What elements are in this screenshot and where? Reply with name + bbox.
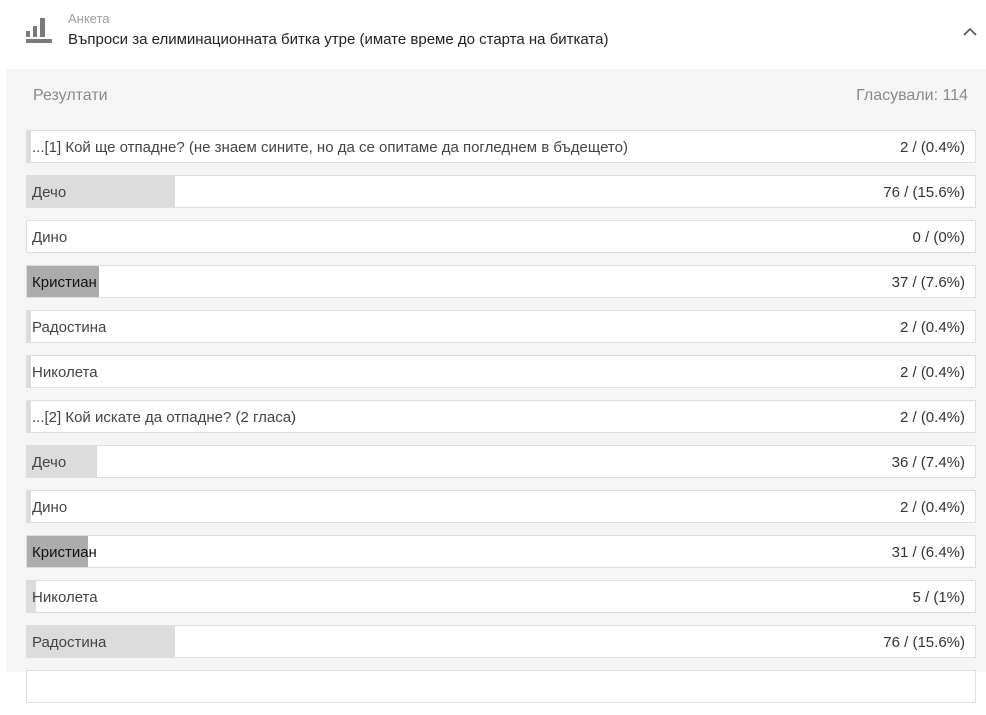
poll-option-label: Кристиан <box>32 544 97 561</box>
poll-option-vote-count: 37 / (7.6%) <box>891 274 965 291</box>
poll-option-label: Радостина <box>32 634 107 651</box>
poll-option-result-bar <box>27 491 31 522</box>
poll-option-result-bar <box>27 311 31 342</box>
poll-option-label: Николета <box>32 364 98 381</box>
chevron-up-icon[interactable] <box>960 22 980 42</box>
poll-kind-label: Анкета <box>68 11 110 26</box>
poll-option-row[interactable]: Николета 5 / (1%) <box>26 580 976 613</box>
poll-option-row[interactable]: Дечо 36 / (7.4%) <box>26 445 976 478</box>
poll-option-row[interactable]: Кристиан 31 / (6.4%) <box>26 535 976 568</box>
poll-option-vote-count: 0 / (0%) <box>912 229 965 246</box>
poll-option-vote-count: 2 / (0.4%) <box>899 319 965 336</box>
poll-option-row[interactable]: ...[2] Кой искате да отпадне? (2 гласа) 2… <box>26 400 976 433</box>
poll-option-label: Дино <box>32 499 68 516</box>
poll-option-label: ...[2] Кой искате да отпадне? (2 гласа) <box>32 409 297 426</box>
poll-option-vote-count: 2 / (0.4%) <box>899 364 965 381</box>
poll-option-result-bar <box>27 131 31 162</box>
poll-header: Анкета Въпроси за елиминационната битка … <box>0 0 986 68</box>
poll-option-row[interactable]: Дино 2 / (0.4%) <box>26 490 976 523</box>
poll-option-label: Дечо <box>32 454 67 471</box>
poll-title: Въпроси за елиминационната битка утре (и… <box>68 31 609 48</box>
poll-option-label: Николета <box>32 589 98 606</box>
poll-option-label: Дино <box>32 229 68 246</box>
poll-option-vote-count: 2 / (0.4%) <box>899 409 965 426</box>
option-list: ...[1] Кой ще отпадне? (не знаем сините,… <box>26 130 976 715</box>
poll-option-row[interactable]: Николета 2 / (0.4%) <box>26 355 976 388</box>
poll-option-row[interactable]: Дино 0 / (0%) <box>26 220 976 253</box>
poll-option-row[interactable]: ...[1] Кой ще отпадне? (не знаем сините,… <box>26 130 976 163</box>
poll-option-vote-count: 2 / (0.4%) <box>899 139 965 156</box>
poll-option-row[interactable]: Радостина 2 / (0.4%) <box>26 310 976 343</box>
results-label: Резултати <box>33 87 108 104</box>
votes-total: Гласували: 114 <box>856 87 968 104</box>
poll-option-row[interactable]: Радостина 76 / (15.6%) <box>26 625 976 658</box>
poll-option-label: Радостина <box>32 319 107 336</box>
poll-option-vote-count: 76 / (15.6%) <box>883 634 965 651</box>
poll-option-label: ...[1] Кой ще отпадне? (не знаем сините,… <box>32 139 628 156</box>
poll-option-label: Дечо <box>32 184 67 201</box>
poll-option-label: Кристиан <box>32 274 97 291</box>
poll-option-result-bar <box>27 356 31 387</box>
poll-option-row[interactable]: Дечо 76 / (15.6%) <box>26 175 976 208</box>
poll-option-vote-count: 5 / (1%) <box>912 589 965 606</box>
poll-option-result-bar <box>27 401 31 432</box>
bar-chart-icon <box>26 18 52 43</box>
poll-option-row[interactable]: Кристиан 37 / (7.6%) <box>26 265 976 298</box>
results-panel: Резултати Гласували: 114 ...[1] Кой ще о… <box>6 69 986 703</box>
poll-option-row[interactable] <box>26 670 976 703</box>
poll-option-vote-count: 76 / (15.6%) <box>883 184 965 201</box>
poll-option-vote-count: 36 / (7.4%) <box>891 454 965 471</box>
poll-option-vote-count: 31 / (6.4%) <box>891 544 965 561</box>
poll-option-vote-count: 2 / (0.4%) <box>899 499 965 516</box>
